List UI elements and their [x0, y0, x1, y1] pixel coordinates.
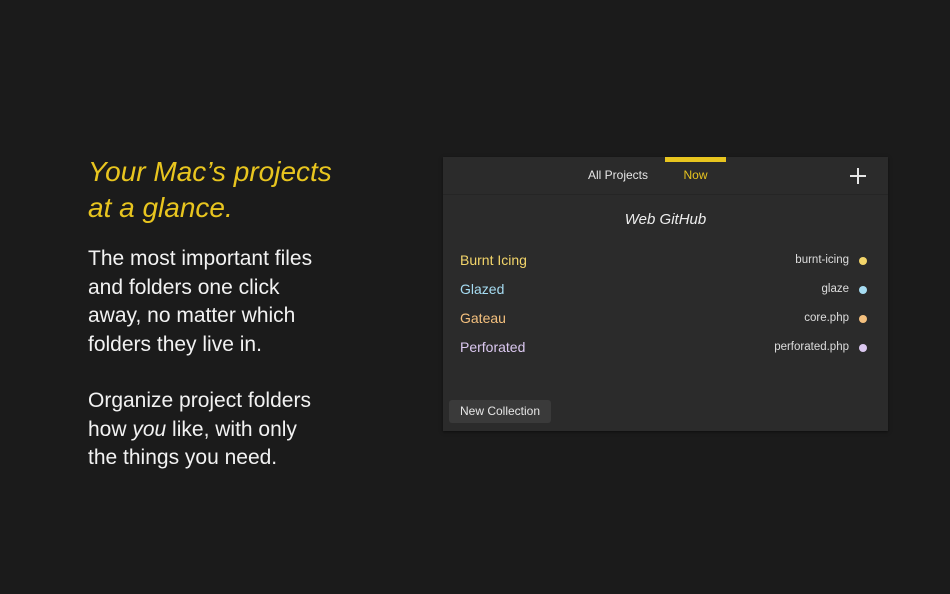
color-dot-icon [859, 257, 867, 265]
new-collection-button[interactable]: New Collection [449, 400, 552, 423]
project-file: glaze [821, 283, 850, 295]
project-row[interactable]: Gateau core.php [443, 304, 888, 333]
collection-title: Web GitHub [624, 211, 707, 228]
organize-line: the things you need. [88, 446, 278, 469]
color-dot-icon [859, 344, 867, 352]
tab-now[interactable]: Now [665, 157, 726, 194]
project-row[interactable]: Burnt Icing burnt-icing [443, 246, 888, 275]
active-tab-indicator [665, 157, 726, 162]
project-file: core.php [804, 312, 849, 324]
project-name: Perforated [460, 339, 526, 355]
project-name: Burnt Icing [460, 252, 527, 268]
hero-text: Your Mac’s projects at a glance. The mos… [88, 154, 388, 473]
description-line: The most important files [88, 247, 313, 270]
project-file: burnt-icing [795, 254, 849, 266]
tab-label: All Projects [587, 168, 649, 182]
organize-emphasis: you [132, 417, 167, 441]
color-dot-icon [859, 286, 867, 294]
description-line: folders they live in. [88, 332, 262, 356]
organize-paragraph: Organize project folders how you like, w… [88, 387, 388, 473]
project-row[interactable]: Glazed glaze [443, 275, 888, 304]
project-row[interactable]: Perforated perforated.php [443, 333, 888, 362]
organize-line-prefix: how [88, 417, 133, 441]
headline: Your Mac’s projects at a glance. [88, 154, 388, 226]
tab-bar: All Projects Now [443, 157, 888, 195]
description-line: and folders one click [88, 275, 280, 299]
headline-line: Your Mac’s projects [88, 156, 332, 187]
organize-line: Organize project folders [88, 389, 311, 412]
plus-icon[interactable] [848, 166, 868, 186]
project-file: perforated.php [774, 341, 849, 353]
description-paragraph: The most important files and folders one… [88, 245, 388, 359]
tab-all-projects[interactable]: All Projects [583, 157, 653, 194]
project-name: Gateau [460, 310, 506, 326]
project-name: Glazed [460, 281, 505, 297]
organize-line-suffix: like, with only [166, 417, 297, 441]
project-list: Burnt Icing burnt-icing Glazed glaze Gat… [443, 246, 888, 362]
color-dot-icon [859, 315, 867, 323]
headline-line: at a glance. [88, 192, 233, 223]
description-line: away, no matter which [88, 304, 296, 327]
tab-label: Now [683, 168, 708, 182]
app-panel: All Projects Now Web GitHub Burnt Icing … [443, 157, 888, 431]
